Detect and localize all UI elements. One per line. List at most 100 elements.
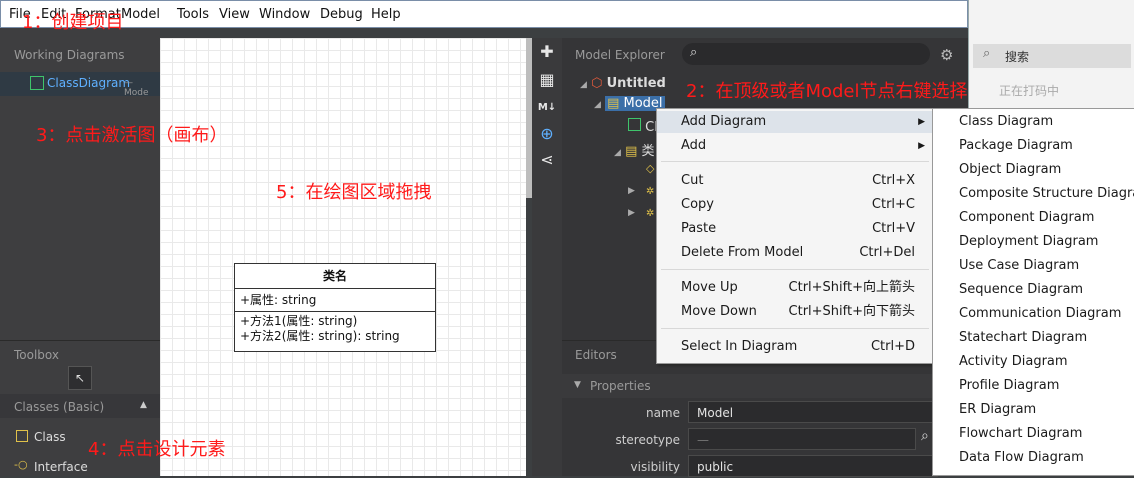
navigator-icon[interactable]: ⊕ <box>537 124 557 144</box>
search-icon: ⌕ <box>983 46 991 61</box>
ctx-label: Move Down <box>681 304 757 319</box>
menu-tools[interactable]: Tools <box>177 7 209 22</box>
ctx-label: Select In Diagram <box>681 339 798 354</box>
ctx-shortcut: Ctrl+X <box>872 173 915 188</box>
properties-header: Properties <box>590 379 651 393</box>
ctx-shortcut: Ctrl+Shift+向下箭头 <box>788 304 915 319</box>
expand-icon[interactable]: ▶ <box>628 208 635 218</box>
menu-window[interactable]: Window <box>259 7 310 22</box>
prop-name-field[interactable]: Model <box>688 401 938 423</box>
extensions-icon[interactable]: ✚ <box>537 42 557 62</box>
menu-separator <box>661 328 929 329</box>
tree-node-classdiagram[interactable]: Cl <box>628 118 658 135</box>
menu-separator <box>661 161 929 162</box>
menu-model[interactable]: Model <box>121 7 160 22</box>
class-icon: ▤ <box>625 144 638 159</box>
ctx-move-down[interactable]: Move Down Ctrl+Shift+向下箭头 <box>657 301 933 323</box>
menu-debug[interactable]: Debug <box>320 7 363 22</box>
ctx-shortcut: Ctrl+V <box>872 221 915 236</box>
submenu-item[interactable]: Flowchart Diagram <box>959 424 1082 444</box>
model-explorer-title: Model Explorer <box>575 48 665 62</box>
chevron-right-icon: ▶ <box>918 117 925 127</box>
submenu-item[interactable]: Activity Diagram <box>959 352 1068 372</box>
prop-stereotype-field[interactable]: — <box>688 428 916 450</box>
editors-header: Editors <box>575 348 617 362</box>
ctx-cut[interactable]: Cut Ctrl+X <box>657 170 933 192</box>
left-panel: Working Diagrams ClassDiagram — Mode Too… <box>0 28 160 476</box>
diagram-canvas[interactable] <box>160 38 526 476</box>
annotation-step-1: 1：创建项目 <box>22 12 124 33</box>
class-diagram-icon <box>30 76 44 90</box>
submenu-item[interactable]: Composite Structure Diagram <box>959 184 1134 204</box>
submenu-item[interactable]: Communication Diagram <box>959 304 1121 324</box>
model-icon: ▤ <box>607 96 620 111</box>
explorer-search-input[interactable]: ⌕ <box>682 43 930 65</box>
ctx-paste[interactable]: Paste Ctrl+V <box>657 218 933 240</box>
pointer-tool-icon[interactable]: ↖ <box>68 366 92 390</box>
chevron-right-icon: ▶ <box>918 141 925 151</box>
properties-section[interactable]: ▼ Properties <box>562 374 968 398</box>
annotation-step-2: 2：在顶级或者Model节点右键选择 <box>686 81 968 102</box>
ctx-label: Cut <box>681 173 704 188</box>
submenu-item[interactable]: Class Diagram <box>959 112 1053 132</box>
ctx-add-diagram[interactable]: Add Diagram ▶ <box>657 111 933 133</box>
markdown-icon[interactable]: M↓ <box>537 98 557 118</box>
divider <box>0 340 160 341</box>
ctx-add[interactable]: Add ▶ <box>657 135 933 157</box>
tree-node-model[interactable]: ◢ ▤ Model <box>594 96 665 111</box>
gear-icon[interactable]: ⚙ <box>940 46 953 64</box>
classes-basic-section[interactable]: Classes (Basic) ▲ <box>0 394 160 418</box>
ctx-label: Move Up <box>681 280 738 295</box>
uml-class-name: 类名 <box>235 264 435 289</box>
submenu-item[interactable]: Sequence Diagram <box>959 280 1083 300</box>
tree-node-class[interactable]: ◢ ▤ 类 <box>614 140 655 159</box>
uml-operation: +方法2(属性: string): string <box>240 329 400 343</box>
collapse-icon: ▼ <box>574 380 581 390</box>
menu-bar: File Edit Format Model Tools View Window… <box>0 0 968 28</box>
ctx-delete[interactable]: Delete From Model Ctrl+Del <box>657 242 933 264</box>
background-typing-text: 正在打码中 <box>999 84 1060 98</box>
ctx-move-up[interactable]: Move Up Ctrl+Shift+向上箭头 <box>657 277 933 299</box>
ctx-label: Add <box>681 138 707 153</box>
ctx-label: Paste <box>681 221 717 236</box>
submenu-item[interactable]: Use Case Diagram <box>959 256 1079 276</box>
submenu-item[interactable]: Package Diagram <box>959 136 1073 156</box>
ctx-copy[interactable]: Copy Ctrl+C <box>657 194 933 216</box>
background-search-label: 搜索 <box>1005 50 1030 64</box>
menu-separator <box>661 269 929 270</box>
tree-node-untitled[interactable]: ◢ ⬡ Untitled <box>580 76 666 91</box>
submenu-item[interactable]: Object Diagram <box>959 160 1061 180</box>
uml-class-element[interactable]: 类名 +属性: string +方法1(属性: string) +方法2(属性:… <box>234 263 436 352</box>
add-diagram-submenu: Class Diagram Package Diagram Object Dia… <box>932 108 1134 476</box>
ctx-select-in-diagram[interactable]: Select In Diagram Ctrl+D <box>657 336 933 358</box>
expand-icon: ◢ <box>580 80 587 90</box>
submenu-item[interactable]: Component Diagram <box>959 208 1094 228</box>
working-diagrams-header: Working Diagrams <box>14 48 125 62</box>
collapse-icon: ▲ <box>140 400 147 410</box>
menu-view[interactable]: View <box>219 7 250 22</box>
class-diagram-icon <box>628 118 641 131</box>
working-diagram-suffix: — Mode <box>124 78 149 98</box>
interface-icon: -○ <box>14 458 28 471</box>
expand-icon[interactable]: ▶ <box>628 186 635 196</box>
attribute-icon: ◇ <box>646 162 655 175</box>
class-icon <box>16 430 28 442</box>
submenu-item[interactable]: Profile Diagram <box>959 376 1059 396</box>
submenu-item[interactable]: Data Flow Diagram <box>959 448 1084 468</box>
layout-icon[interactable]: ▦ <box>537 70 557 90</box>
submenu-item[interactable]: Statechart Diagram <box>959 328 1087 348</box>
background-search-bar: ⌕ 搜索 <box>973 44 1131 68</box>
submenu-item[interactable]: ER Diagram <box>959 400 1036 420</box>
ctx-shortcut: Ctrl+D <box>870 339 915 354</box>
uml-operations: +方法1(属性: string) +方法2(属性: string): strin… <box>235 312 435 344</box>
submenu-item[interactable]: Deployment Diagram <box>959 232 1098 252</box>
ctx-shortcut: Ctrl+Shift+向上箭头 <box>788 280 915 295</box>
menu-help[interactable]: Help <box>371 7 401 22</box>
search-icon[interactable]: ⌕ <box>921 428 929 444</box>
working-diagram-item[interactable]: ClassDiagram — Mode <box>0 72 160 98</box>
toolbox-class-label: Class <box>34 430 66 444</box>
ctx-shortcut: Ctrl+Del <box>859 245 915 260</box>
prop-visibility-field[interactable]: public <box>688 455 938 477</box>
share-icon[interactable]: ⋖ <box>537 150 557 170</box>
working-diagram-label: ClassDiagram <box>47 76 131 90</box>
